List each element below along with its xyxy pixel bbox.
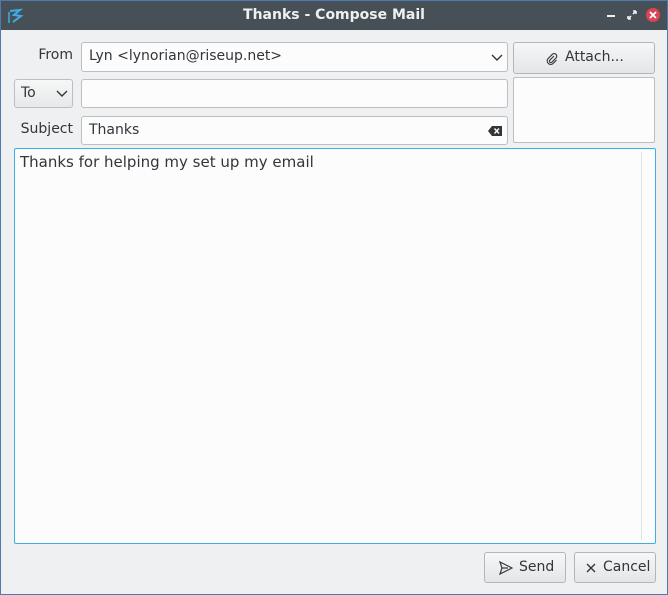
attachment-list[interactable] [513, 77, 655, 143]
message-body[interactable]: Thanks for helping my set up my email [14, 148, 656, 544]
to-input[interactable] [81, 79, 508, 108]
paperclip-icon [546, 53, 558, 65]
send-label: Send [519, 559, 555, 575]
chevron-down-icon [56, 90, 68, 97]
subject-value: Thanks [89, 122, 140, 138]
window-title: Thanks - Compose Mail [243, 7, 425, 23]
attach-button[interactable]: Attach... [513, 42, 655, 74]
compose-mail-window: Thanks - Compose Mail From Lyn <lynorian… [0, 0, 668, 595]
cancel-label: Cancel [603, 559, 651, 575]
from-select[interactable]: Lyn <lynorian@riseup.net> [81, 42, 508, 72]
send-button[interactable]: Send [484, 552, 566, 583]
recipient-type-value: To [21, 85, 36, 101]
chevron-down-icon [491, 54, 503, 61]
clear-text-icon[interactable] [487, 125, 503, 137]
maximize-icon[interactable] [625, 8, 639, 22]
subject-input[interactable]: Thanks [81, 116, 508, 145]
cancel-icon [586, 563, 596, 573]
attach-label: Attach... [565, 49, 624, 65]
from-label: From [38, 47, 73, 63]
minimize-icon[interactable] [604, 8, 618, 22]
from-value: Lyn <lynorian@riseup.net> [89, 48, 283, 64]
message-text: Thanks for helping my set up my email [20, 153, 314, 171]
scrollbar[interactable] [641, 152, 642, 540]
cancel-button[interactable]: Cancel [574, 552, 656, 583]
close-icon[interactable] [646, 8, 660, 22]
send-icon [499, 561, 513, 575]
subject-label: Subject [20, 121, 73, 137]
title-bar[interactable]: Thanks - Compose Mail [1, 1, 667, 30]
recipient-type-select[interactable]: To [14, 79, 73, 108]
